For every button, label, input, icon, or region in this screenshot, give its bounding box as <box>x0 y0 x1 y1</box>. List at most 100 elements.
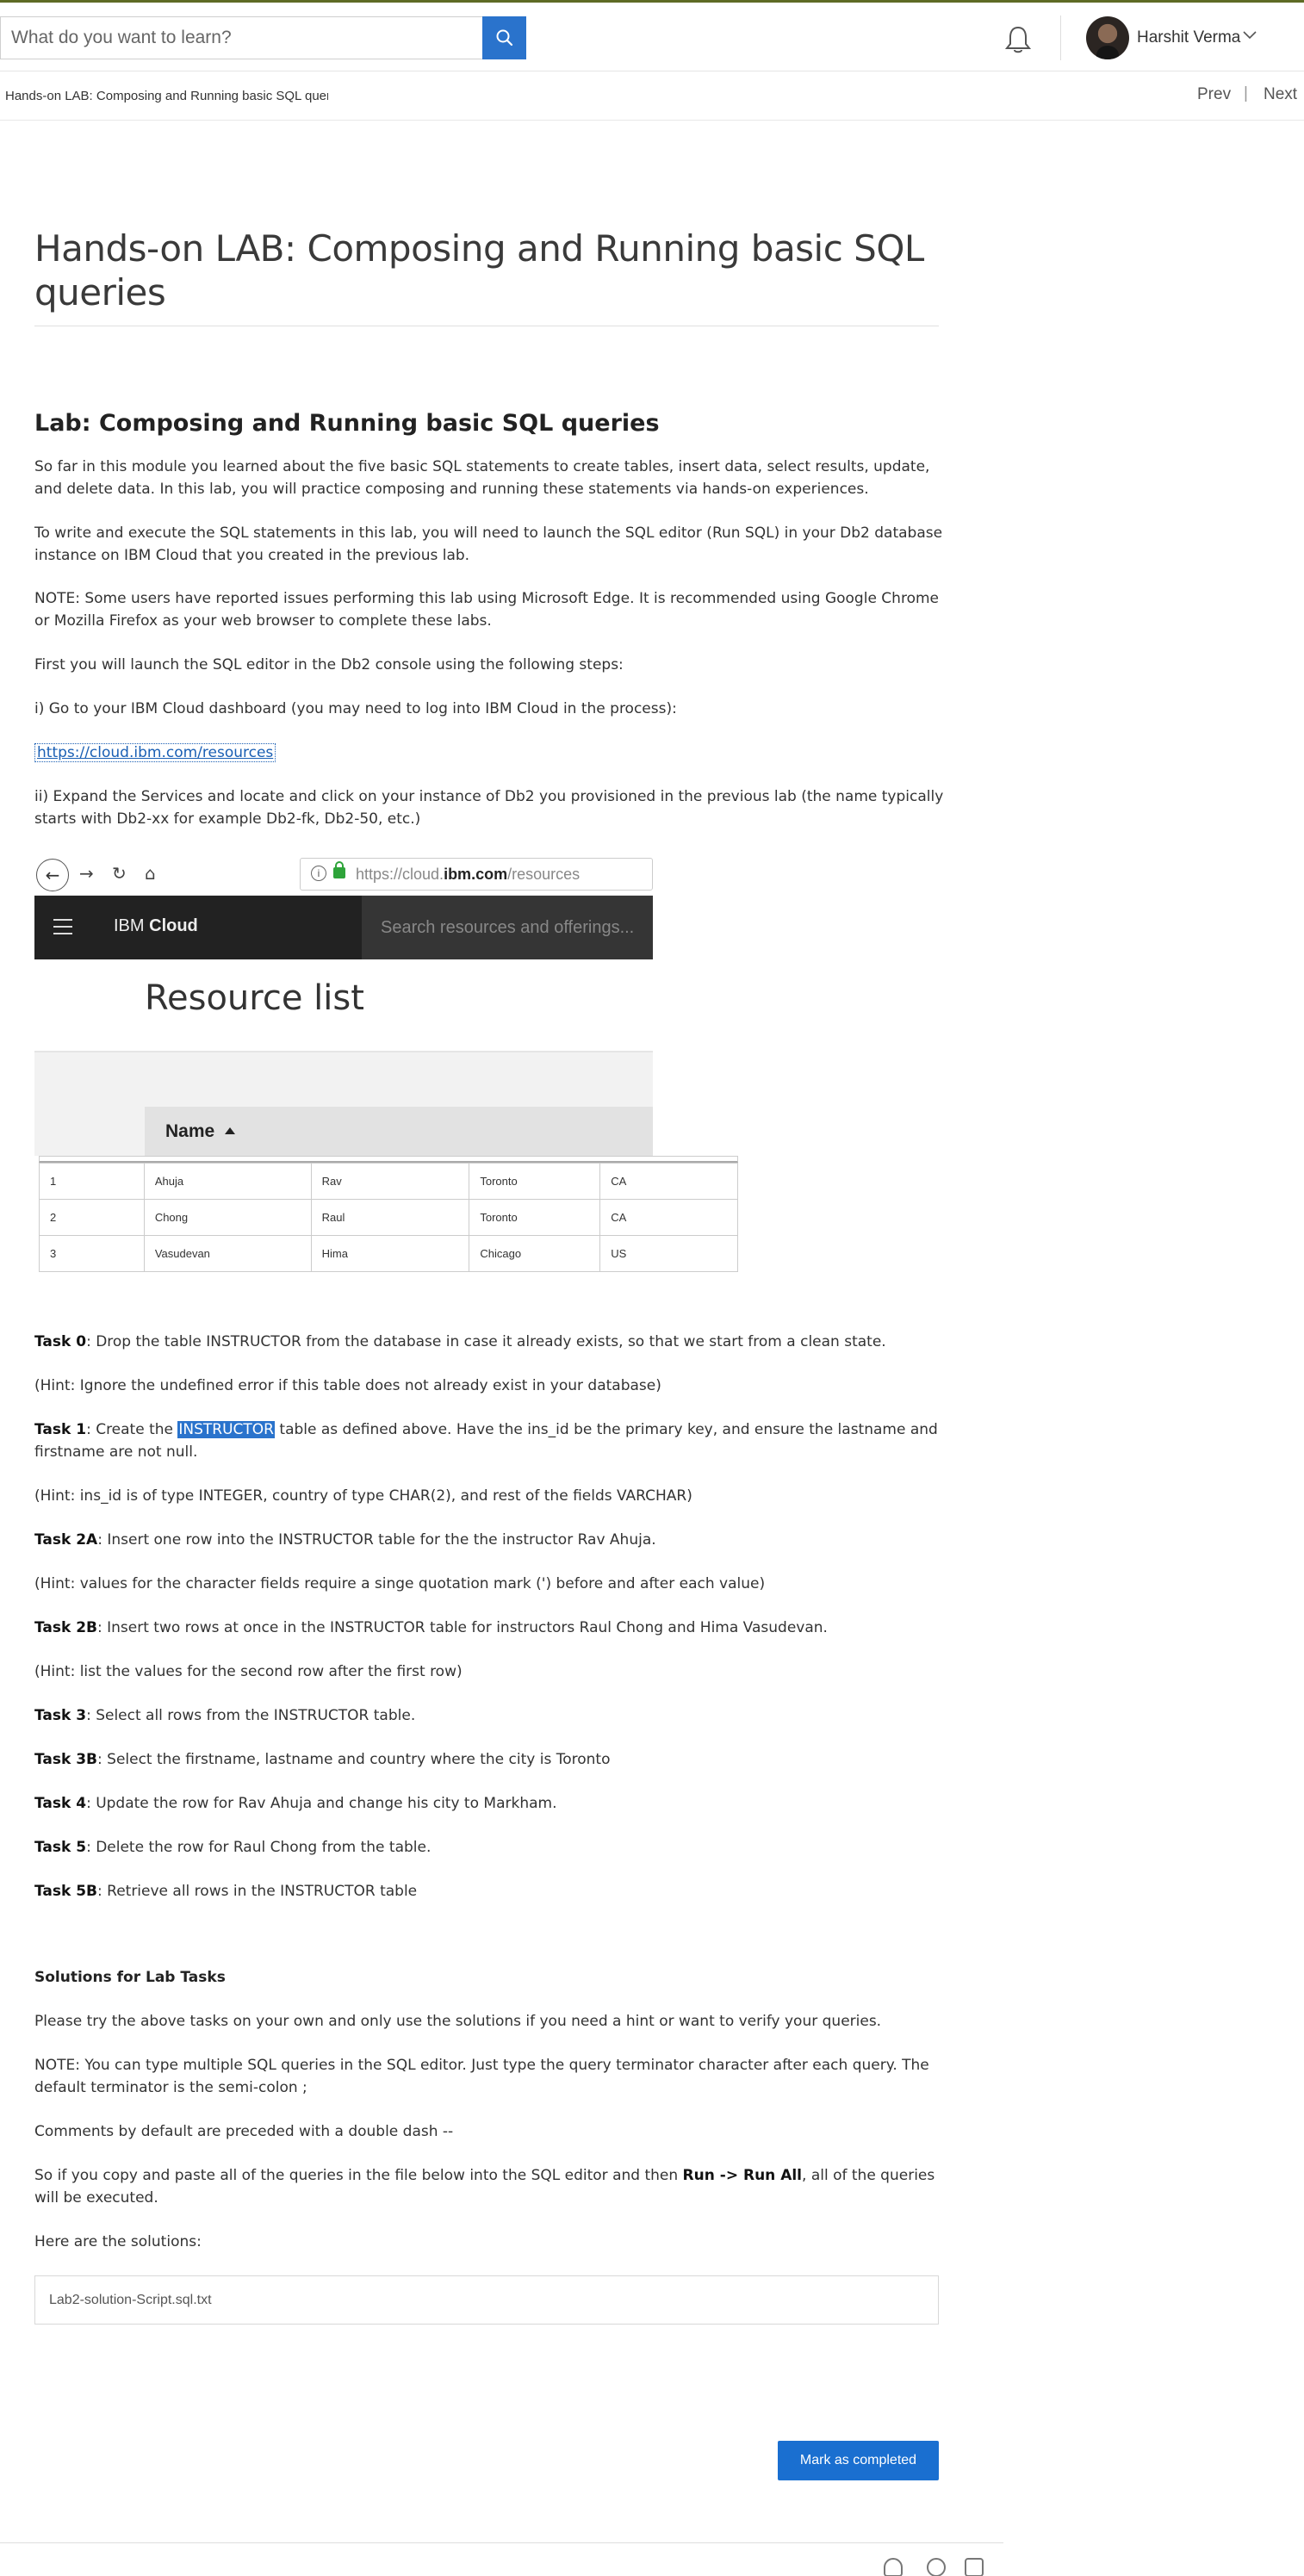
comment-icon[interactable] <box>927 2558 946 2576</box>
cloud-link-paragraph: https://cloud.ibm.com/resources <box>34 742 947 765</box>
task-0: Task 0: Drop the table INSTRUCTOR from t… <box>34 1331 947 1354</box>
solutions-heading: Solutions for Lab Tasks <box>34 1969 226 1986</box>
solutions-paragraph: Here are the solutions: <box>34 2233 202 2250</box>
table-cell: Chicago <box>469 1235 601 1272</box>
task-text: : Insert two rows at once in the INSTRUC… <box>97 1619 828 1636</box>
task-label: Task 3 <box>34 1707 87 1724</box>
table-cell: CA <box>599 1163 738 1200</box>
browser-toolbar: ← → ↻ ⌂ i https://cloud.ibm.com/resource… <box>34 854 653 896</box>
page-title: Hands-on LAB: Composing and Running basi… <box>34 227 924 313</box>
chevron-down-icon[interactable] <box>1243 31 1257 40</box>
task-0-hint: (Hint: Ignore the undefined error if thi… <box>34 1377 661 1394</box>
task-2a-hint: (Hint: values for the character fields r… <box>34 1575 766 1592</box>
highlighted-text: INSTRUCTOR <box>177 1421 275 1438</box>
url-domain: ibm.com <box>444 866 508 883</box>
cloud-resources-link[interactable]: https://cloud.ibm.com/resources <box>34 743 276 762</box>
name-column-label: Name <box>165 1121 215 1141</box>
sort-ascending-icon <box>225 1127 236 1134</box>
task-1: Task 1: Create the INSTRUCTOR table as d… <box>34 1419 947 1463</box>
ibm-cloud-screenshot: ← → ↻ ⌂ i https://cloud.ibm.com/resource… <box>34 854 741 1302</box>
run-all-pre: So if you copy and paste all of the quer… <box>34 2167 683 2184</box>
table-row: 1 Ahuja Rav Toronto CA <box>39 1163 738 1200</box>
solution-file-link[interactable]: Lab2-solution-Script.sql.txt <box>34 2275 939 2325</box>
info-icon: i <box>311 866 326 881</box>
name-column-header: Name <box>145 1107 653 1156</box>
task-label: Task 4 <box>34 1795 87 1812</box>
task-2b: Task 2B: Insert two rows at once in the … <box>34 1617 947 1640</box>
first-steps-paragraph: First you will launch the SQL editor in … <box>34 656 624 673</box>
task-2b-hint: (Hint: list the values for the second ro… <box>34 1663 463 1680</box>
next-link[interactable]: Next <box>1264 85 1297 104</box>
table-cell: CA <box>599 1199 738 1236</box>
lesson-nav-bar: Hands-on LAB: Composing and Running basi… <box>0 72 1304 121</box>
solutions-paragraph: Please try the above tasks on your own a… <box>34 2013 882 2030</box>
task-text: : Select all rows from the INSTRUCTOR ta… <box>86 1707 416 1724</box>
solutions-paragraph: Comments by default are preceded with a … <box>34 2123 454 2140</box>
table-cell: 3 <box>39 1235 145 1272</box>
step-1-paragraph: i) Go to your IBM Cloud dashboard (you m… <box>34 700 677 717</box>
brand-prefix: IBM <box>114 916 150 935</box>
resource-list-area: Resource list <box>34 959 653 1046</box>
solutions-paragraph: NOTE: You can type multiple SQL queries … <box>34 2057 929 2096</box>
url-prefix: https://cloud. <box>356 866 444 883</box>
solutions-paragraph: So if you copy and paste all of the quer… <box>34 2165 947 2209</box>
hamburger-menu-icon <box>53 919 72 934</box>
task-text: : Create the <box>86 1421 178 1438</box>
launch-paragraph: To write and execute the SQL statements … <box>34 525 943 564</box>
footer-divider <box>0 2542 1003 2543</box>
ibm-cloud-brand: IBM Cloud <box>114 916 198 936</box>
nav-separator: | <box>1244 84 1248 102</box>
search-icon <box>496 29 512 47</box>
home-icon: ⌂ <box>145 863 156 884</box>
task-text: : Retrieve all rows in the INSTRUCTOR ta… <box>97 1883 418 1900</box>
search-input[interactable] <box>1 17 482 59</box>
table-cell: Toronto <box>469 1199 601 1236</box>
flag-icon[interactable] <box>965 2558 984 2576</box>
task-label: Task 5B <box>34 1883 98 1900</box>
breadcrumb: Hands-on LAB: Composing and Running basi… <box>5 89 328 103</box>
task-5: Task 5: Delete the row for Raul Chong fr… <box>34 1837 947 1859</box>
task-text: : Insert one row into the INSTRUCTOR tab… <box>97 1531 656 1549</box>
table-cell: US <box>599 1235 738 1272</box>
thumbs-up-icon[interactable] <box>884 2558 903 2576</box>
task-label: Task 1 <box>34 1421 87 1438</box>
task-1-hint: (Hint: ins_id is of type INTEGER, countr… <box>34 1487 692 1505</box>
prev-link[interactable]: Prev <box>1197 85 1231 104</box>
forward-arrow-icon: → <box>79 863 94 884</box>
url-suffix: /resources <box>507 866 581 883</box>
avatar[interactable] <box>1086 16 1129 59</box>
table-cell: Toronto <box>469 1163 601 1200</box>
reload-icon: ↻ <box>112 863 127 884</box>
edge-note-paragraph: NOTE: Some users have reported issues pe… <box>34 590 939 630</box>
step-2-paragraph: ii) Expand the Services and locate and c… <box>34 788 944 828</box>
task-4: Task 4: Update the row for Rav Ahuja and… <box>34 1793 947 1816</box>
notification-bell-icon[interactable] <box>1003 24 1033 55</box>
table-cell: 2 <box>39 1199 145 1236</box>
intro-paragraph: So far in this module you learned about … <box>34 458 930 498</box>
lab-heading: Lab: Composing and Running basic SQL que… <box>34 410 660 437</box>
header-divider <box>1060 16 1061 60</box>
run-all-bold: Run -> Run All <box>682 2167 803 2184</box>
table-header-strip <box>39 1156 738 1163</box>
ibm-cloud-header: IBM Cloud Search resources and offerings… <box>34 896 653 959</box>
task-label: Task 5 <box>34 1839 87 1856</box>
task-3b: Task 3B: Select the firstname, lastname … <box>34 1749 947 1772</box>
table-row: 2 Chong Raul Toronto CA <box>39 1199 738 1236</box>
task-text: : Delete the row for Raul Chong from the… <box>86 1839 432 1856</box>
task-label: Task 2A <box>34 1531 98 1549</box>
search-box <box>0 16 482 59</box>
brand-bold: Cloud <box>149 916 198 935</box>
task-label: Task 2B <box>34 1619 98 1636</box>
user-name[interactable]: Harshit Verma <box>1137 28 1240 47</box>
table-cell: Ahuja <box>143 1163 312 1200</box>
task-3: Task 3: Select all rows from the INSTRUC… <box>34 1705 947 1728</box>
mark-as-completed-button[interactable]: Mark as completed <box>778 2441 939 2480</box>
table-cell: Vasudevan <box>143 1235 312 1272</box>
lock-icon <box>333 861 345 878</box>
task-text: : Drop the table INSTRUCTOR from the dat… <box>86 1333 886 1350</box>
table-cell: Rav <box>310 1163 470 1200</box>
search-button[interactable] <box>482 16 526 59</box>
task-5b: Task 5B: Retrieve all rows in the INSTRU… <box>34 1881 947 1903</box>
top-header: Harshit Verma <box>0 3 1304 71</box>
task-text: : Select the firstname, lastname and cou… <box>97 1751 611 1768</box>
